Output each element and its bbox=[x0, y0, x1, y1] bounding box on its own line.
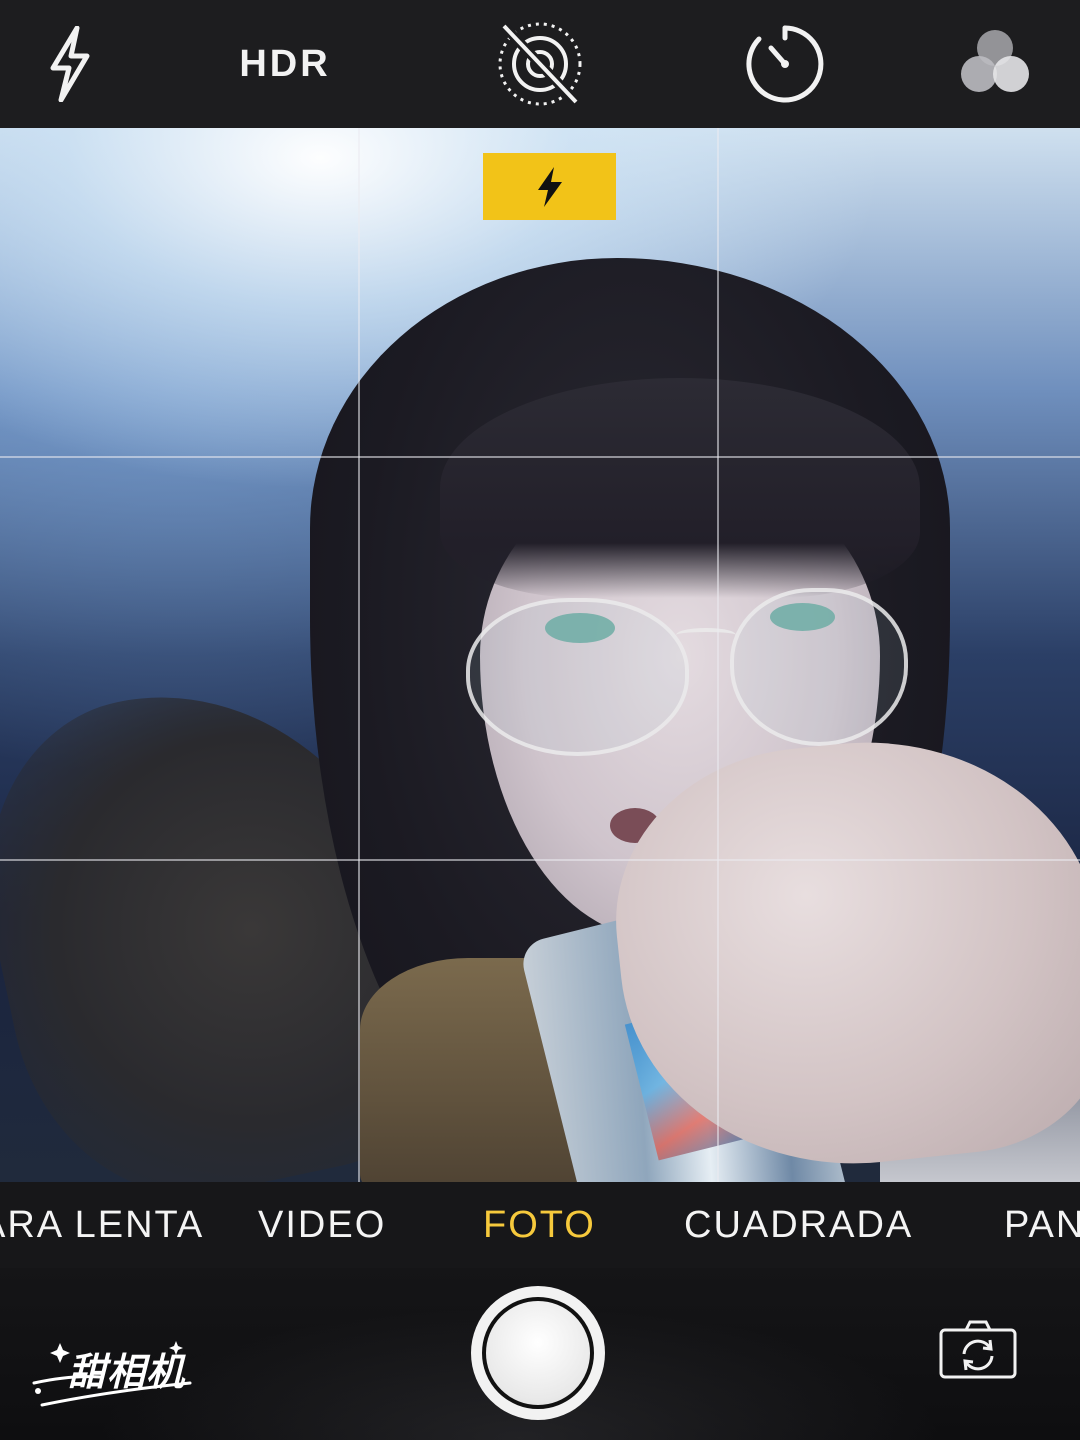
camera-mode-selector[interactable]: ARA LENTA VIDEO FOTO CUADRADA PANO bbox=[0, 1182, 1080, 1268]
scene-glasses-left bbox=[466, 598, 689, 756]
shutter-inner-ring bbox=[482, 1297, 594, 1409]
flash-icon bbox=[50, 26, 90, 102]
camera-top-toolbar: HDR bbox=[0, 0, 1080, 128]
camera-viewfinder[interactable] bbox=[0, 128, 1080, 1182]
mode-pano[interactable]: PANO bbox=[1004, 1204, 1080, 1247]
timer-icon bbox=[746, 25, 824, 103]
live-photo-button[interactable] bbox=[490, 14, 590, 114]
grid-line-horizontal bbox=[0, 456, 1080, 458]
filters-button[interactable] bbox=[950, 14, 1040, 114]
mode-square[interactable]: CUADRADA bbox=[684, 1204, 913, 1247]
live-photo-off-icon bbox=[498, 22, 582, 106]
mode-slow-motion[interactable]: ARA LENTA bbox=[0, 1204, 204, 1247]
camera-bottom-controls: 甜相机 bbox=[0, 1268, 1080, 1440]
filters-icon bbox=[961, 30, 1029, 92]
mode-photo[interactable]: FOTO bbox=[483, 1204, 596, 1247]
grid-line-vertical bbox=[717, 128, 719, 1182]
timer-button[interactable] bbox=[740, 14, 830, 114]
mode-video[interactable]: VIDEO bbox=[258, 1204, 386, 1247]
hdr-button[interactable]: HDR bbox=[220, 14, 350, 114]
switch-camera-button[interactable] bbox=[938, 1318, 1018, 1380]
scene-glasses-right bbox=[730, 588, 908, 746]
scene-fringe bbox=[440, 378, 920, 598]
shutter-button[interactable] bbox=[471, 1286, 605, 1420]
watermark-text: 甜相机 bbox=[68, 1350, 186, 1394]
app-watermark: 甜相机 bbox=[30, 1333, 200, 1413]
camera-screen: HDR ARA LENTA VIDEO FOTO CUADRADA PAN 甜相… bbox=[0, 0, 1080, 1440]
scene-glasses-bridge bbox=[676, 628, 736, 642]
flash-on-icon bbox=[537, 166, 562, 207]
grid-line-horizontal bbox=[0, 859, 1080, 861]
flash-button[interactable] bbox=[30, 14, 110, 114]
grid-line-vertical bbox=[358, 128, 360, 1182]
switch-camera-icon bbox=[939, 1320, 1017, 1379]
hdr-label: HDR bbox=[239, 42, 331, 85]
flash-on-indicator bbox=[483, 153, 616, 220]
